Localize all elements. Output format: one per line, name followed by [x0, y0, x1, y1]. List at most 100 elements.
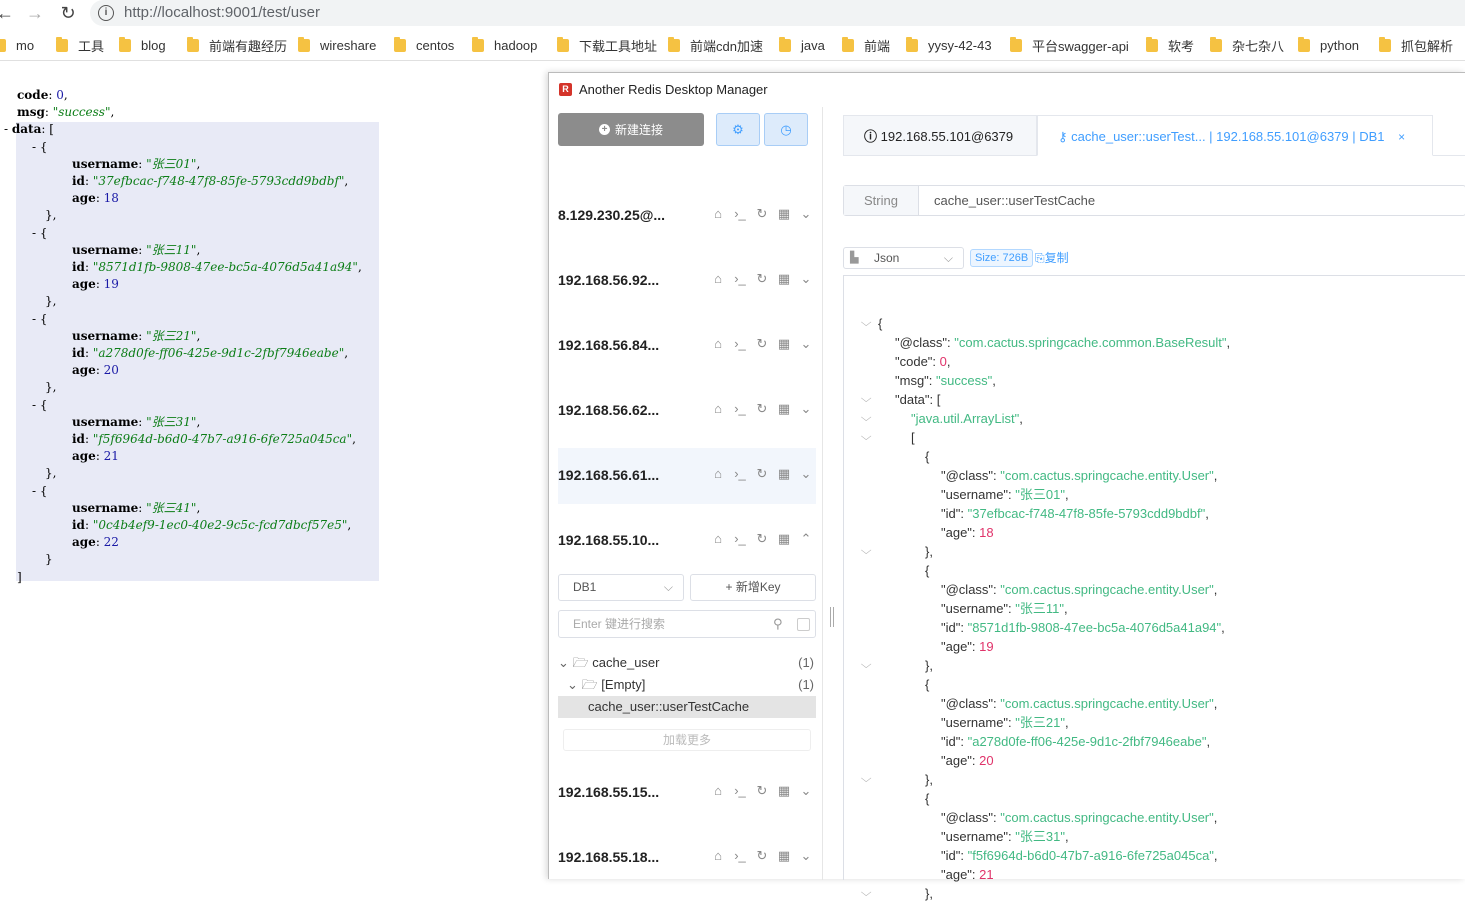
bookmark-item[interactable]: 工具	[56, 33, 104, 57]
db-select[interactable]: DB1 ⌵	[558, 574, 684, 601]
tree-folder-empty[interactable]: ⌄ 🗁 [Empty] (1)	[558, 674, 816, 696]
terminal-icon[interactable]: ›_	[732, 336, 748, 352]
copy-button[interactable]: ⎘复制	[1035, 249, 1069, 267]
fold-chevron-icon[interactable]: ⌵	[861, 770, 872, 789]
bookmark-item[interactable]: 前端cdn加速	[668, 33, 763, 57]
terminal-icon[interactable]: ›_	[732, 848, 748, 864]
bookmark-item[interactable]: hadoop	[472, 33, 537, 57]
reload-icon[interactable]: ↻	[57, 2, 79, 24]
terminal-icon[interactable]: ›_	[732, 206, 748, 222]
key-name-input[interactable]: String cache_user::userTestCache	[843, 185, 1465, 216]
load-more-button[interactable]: 加载更多	[563, 729, 811, 751]
bookmark-item[interactable]: 杂七杂八	[1210, 33, 1284, 57]
tree-folder-cache-user[interactable]: ⌄ 🗁 cache_user (1)	[558, 652, 816, 674]
grid-icon[interactable]: ▦	[776, 531, 792, 547]
bookmark-item[interactable]: centos	[394, 33, 454, 57]
chevron-down-icon[interactable]: ⌄	[798, 783, 814, 799]
back-icon[interactable]: ←	[0, 2, 16, 24]
fold-chevron-icon[interactable]: ⌵	[861, 884, 872, 903]
refresh-icon[interactable]: ↻	[754, 206, 770, 222]
fold-chevron-icon[interactable]: ⌵	[861, 409, 872, 428]
fold-chevron-icon[interactable]: ⌵	[861, 542, 872, 561]
address-bar[interactable]: i http://localhost:9001/test/user	[90, 0, 1465, 26]
bookmark-item[interactable]: yysy-42-43	[906, 33, 992, 57]
connection-item[interactable]: 192.168.55.18... ⌂ ›_ ↻ ▦ ⌄	[558, 830, 816, 886]
connection-item[interactable]: 8.129.230.25@... ⌂ ›_ ↻ ▦ ⌄	[558, 188, 816, 244]
chevron-down-icon[interactable]: ⌄	[798, 336, 814, 352]
tree-key-item[interactable]: cache_user::userTestCache	[558, 696, 816, 718]
chevron-down-icon[interactable]: ⌄	[798, 848, 814, 864]
chevron-up-icon[interactable]: ⌃	[798, 531, 814, 547]
terminal-icon[interactable]: ›_	[732, 783, 748, 799]
refresh-icon[interactable]: ↻	[754, 466, 770, 482]
grid-icon[interactable]: ▦	[776, 783, 792, 799]
home-icon[interactable]: ⌂	[710, 848, 726, 864]
home-icon[interactable]: ⌂	[710, 336, 726, 352]
search-icon[interactable]: ⚲	[773, 611, 783, 637]
refresh-icon[interactable]: ↻	[754, 336, 770, 352]
pane-resize-handle[interactable]	[830, 607, 834, 627]
format-select[interactable]: ▙ Json ⌵	[843, 247, 964, 269]
grid-icon[interactable]: ▦	[776, 466, 792, 482]
bookmark-item[interactable]: 抓包解析	[1379, 33, 1453, 57]
settings-button[interactable]: ⚙	[716, 113, 760, 146]
tab-connection-status[interactable]: ⓘ 192.168.55.101@6379	[843, 115, 1037, 156]
bookmark-item[interactable]: wireshare	[298, 33, 376, 57]
grid-icon[interactable]: ▦	[776, 336, 792, 352]
terminal-icon[interactable]: ›_	[732, 531, 748, 547]
tab-key-detail[interactable]: ⚷ cache_user::userTest... | 192.168.55.1…	[1037, 115, 1433, 156]
bookmark-item[interactable]: 下载工具地址	[557, 33, 657, 57]
key-name-value[interactable]: cache_user::userTestCache	[934, 186, 1095, 215]
home-icon[interactable]: ⌂	[710, 271, 726, 287]
exact-search-checkbox[interactable]	[797, 618, 810, 631]
fold-chevron-icon[interactable]: ⌵	[861, 428, 872, 447]
refresh-icon[interactable]: ↻	[754, 401, 770, 417]
bookmark-item[interactable]: mo	[0, 33, 34, 57]
key-search-input[interactable]: Enter 键进行搜索 ⚲	[558, 610, 816, 638]
refresh-icon[interactable]: ↻	[754, 531, 770, 547]
bookmark-item[interactable]: blog	[119, 33, 166, 57]
terminal-icon[interactable]: ›_	[732, 466, 748, 482]
terminal-icon[interactable]: ›_	[732, 271, 748, 287]
chevron-down-icon[interactable]: ⌄	[798, 466, 814, 482]
fold-chevron-icon[interactable]: ⌵	[861, 656, 872, 675]
grid-icon[interactable]: ▦	[776, 401, 792, 417]
home-icon[interactable]: ⌂	[710, 531, 726, 547]
connection-item[interactable]: 192.168.56.84... ⌂ ›_ ↻ ▦ ⌄	[558, 318, 816, 374]
history-button[interactable]: ◷	[764, 113, 808, 146]
connection-item[interactable]: 192.168.55.10... ⌂ ›_ ↻ ▦ ⌃	[558, 513, 816, 569]
bookmark-item[interactable]: 软考	[1146, 33, 1194, 57]
forward-icon[interactable]: →	[24, 2, 46, 24]
home-icon[interactable]: ⌂	[710, 401, 726, 417]
home-icon[interactable]: ⌂	[710, 466, 726, 482]
home-icon[interactable]: ⌂	[710, 783, 726, 799]
add-key-button[interactable]: + 新增Key	[690, 574, 816, 601]
refresh-icon[interactable]: ↻	[754, 271, 770, 287]
chevron-down-icon[interactable]: ⌄	[798, 206, 814, 222]
terminal-icon[interactable]: ›_	[732, 401, 748, 417]
info-icon[interactable]: i	[98, 5, 114, 21]
fold-chevron-icon[interactable]: ⌵	[861, 314, 872, 333]
connection-item[interactable]: 192.168.56.62... ⌂ ›_ ↻ ▦ ⌄	[558, 383, 816, 439]
json-value-editor[interactable]: {⌵ "@class": "com.cactus.springcache.comm…	[843, 275, 1465, 901]
bookmark-item[interactable]: 前端	[842, 33, 890, 57]
refresh-icon[interactable]: ↻	[754, 848, 770, 864]
bookmark-item[interactable]: 前端有趣经历	[187, 33, 287, 57]
fold-chevron-icon[interactable]: ⌵	[861, 390, 872, 409]
grid-icon[interactable]: ▦	[776, 271, 792, 287]
url-text[interactable]: http://localhost:9001/test/user	[124, 4, 320, 21]
bookmark-item[interactable]: 平台swagger-api	[1010, 33, 1129, 57]
chevron-down-icon[interactable]: ⌄	[798, 271, 814, 287]
bookmark-item[interactable]: python	[1298, 33, 1359, 57]
close-icon[interactable]: ×	[1398, 130, 1405, 144]
grid-icon[interactable]: ▦	[776, 848, 792, 864]
connection-item[interactable]: 192.168.55.15... ⌂ ›_ ↻ ▦ ⌄	[558, 765, 816, 821]
new-connection-button[interactable]: + 新建连接	[558, 113, 704, 146]
home-icon[interactable]: ⌂	[710, 206, 726, 222]
bookmark-item[interactable]: java	[779, 33, 825, 57]
chevron-down-icon[interactable]: ⌄	[798, 401, 814, 417]
grid-icon[interactable]: ▦	[776, 206, 792, 222]
connection-item[interactable]: 192.168.56.61... ⌂ ›_ ↻ ▦ ⌄	[558, 448, 816, 504]
connection-item[interactable]: 192.168.56.92... ⌂ ›_ ↻ ▦ ⌄	[558, 253, 816, 309]
refresh-icon[interactable]: ↻	[754, 783, 770, 799]
